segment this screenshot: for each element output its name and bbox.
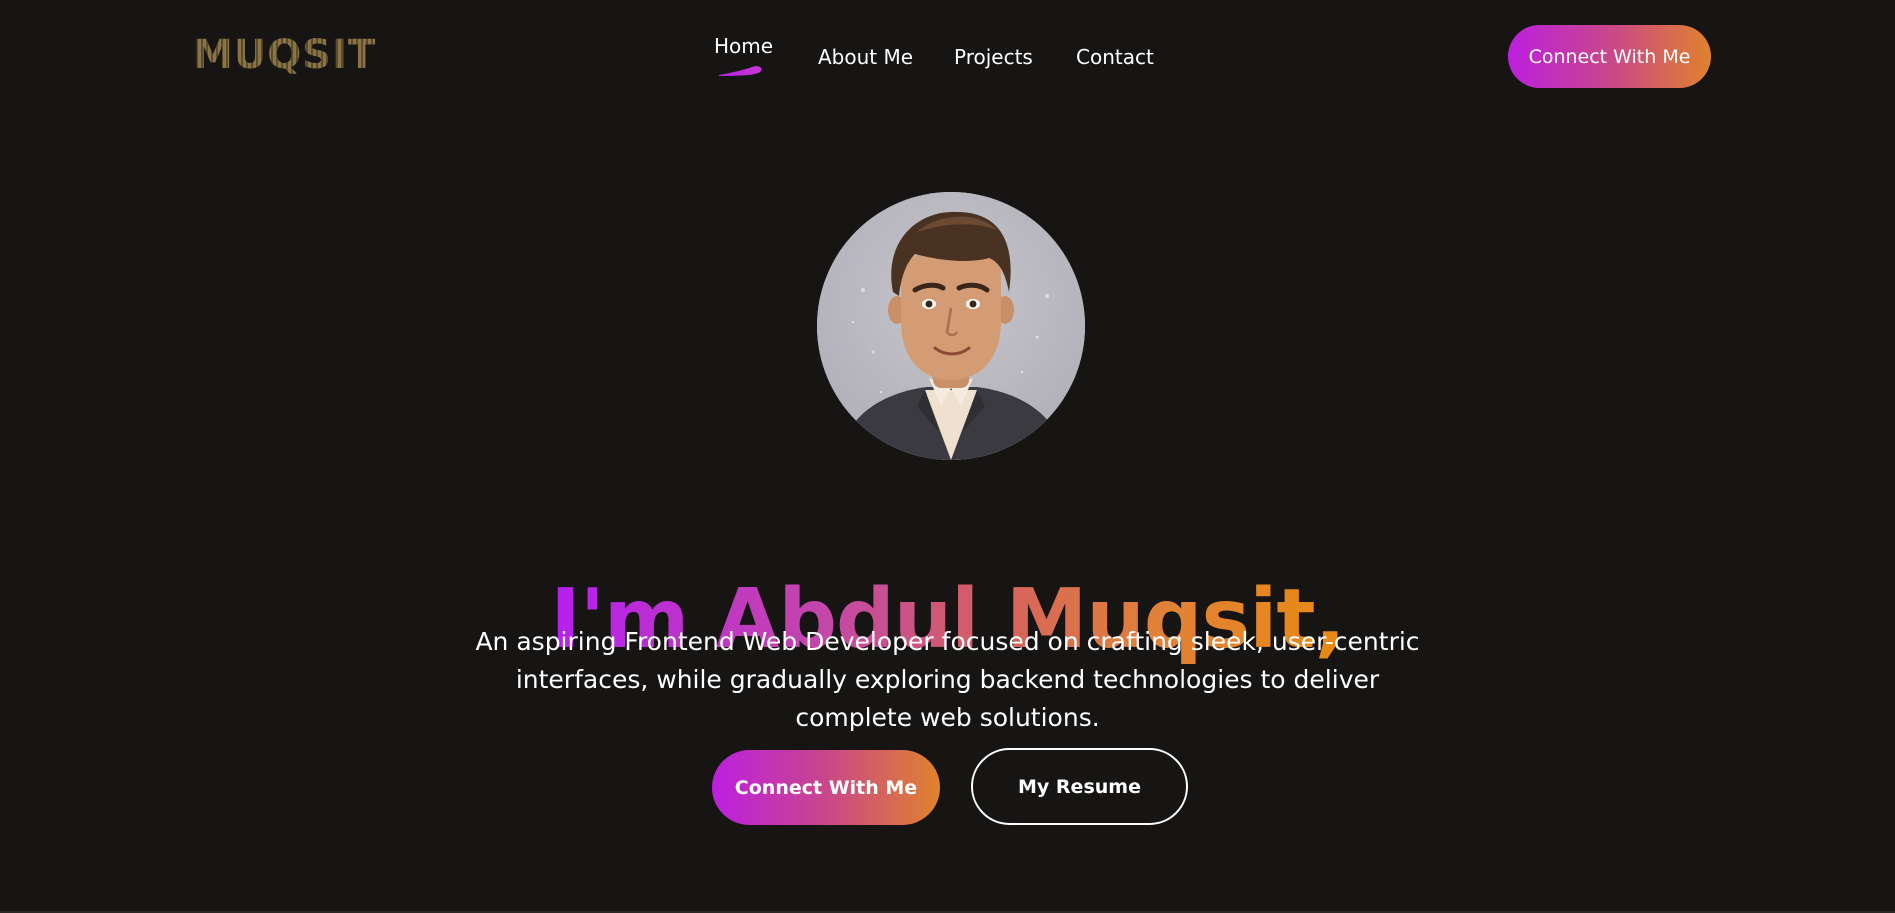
cartoon-portrait-avatar-icon — [817, 192, 1085, 460]
active-nav-indicator-icon — [719, 66, 762, 76]
nav-item-about-me[interactable]: About Me — [818, 45, 913, 69]
nav-item-contact[interactable]: Contact — [1076, 45, 1154, 69]
nav-item-projects[interactable]: Projects — [954, 45, 1033, 69]
avatar — [817, 192, 1085, 460]
nav-item-home[interactable]: Home — [714, 34, 773, 58]
hero-connect-button[interactable]: Connect With Me — [712, 750, 940, 825]
hero-tagline: An aspiring Frontend Web Developer focus… — [475, 627, 1420, 732]
resume-button[interactable]: My Resume — [971, 748, 1188, 825]
header-connect-button[interactable]: Connect With Me — [1508, 25, 1711, 88]
